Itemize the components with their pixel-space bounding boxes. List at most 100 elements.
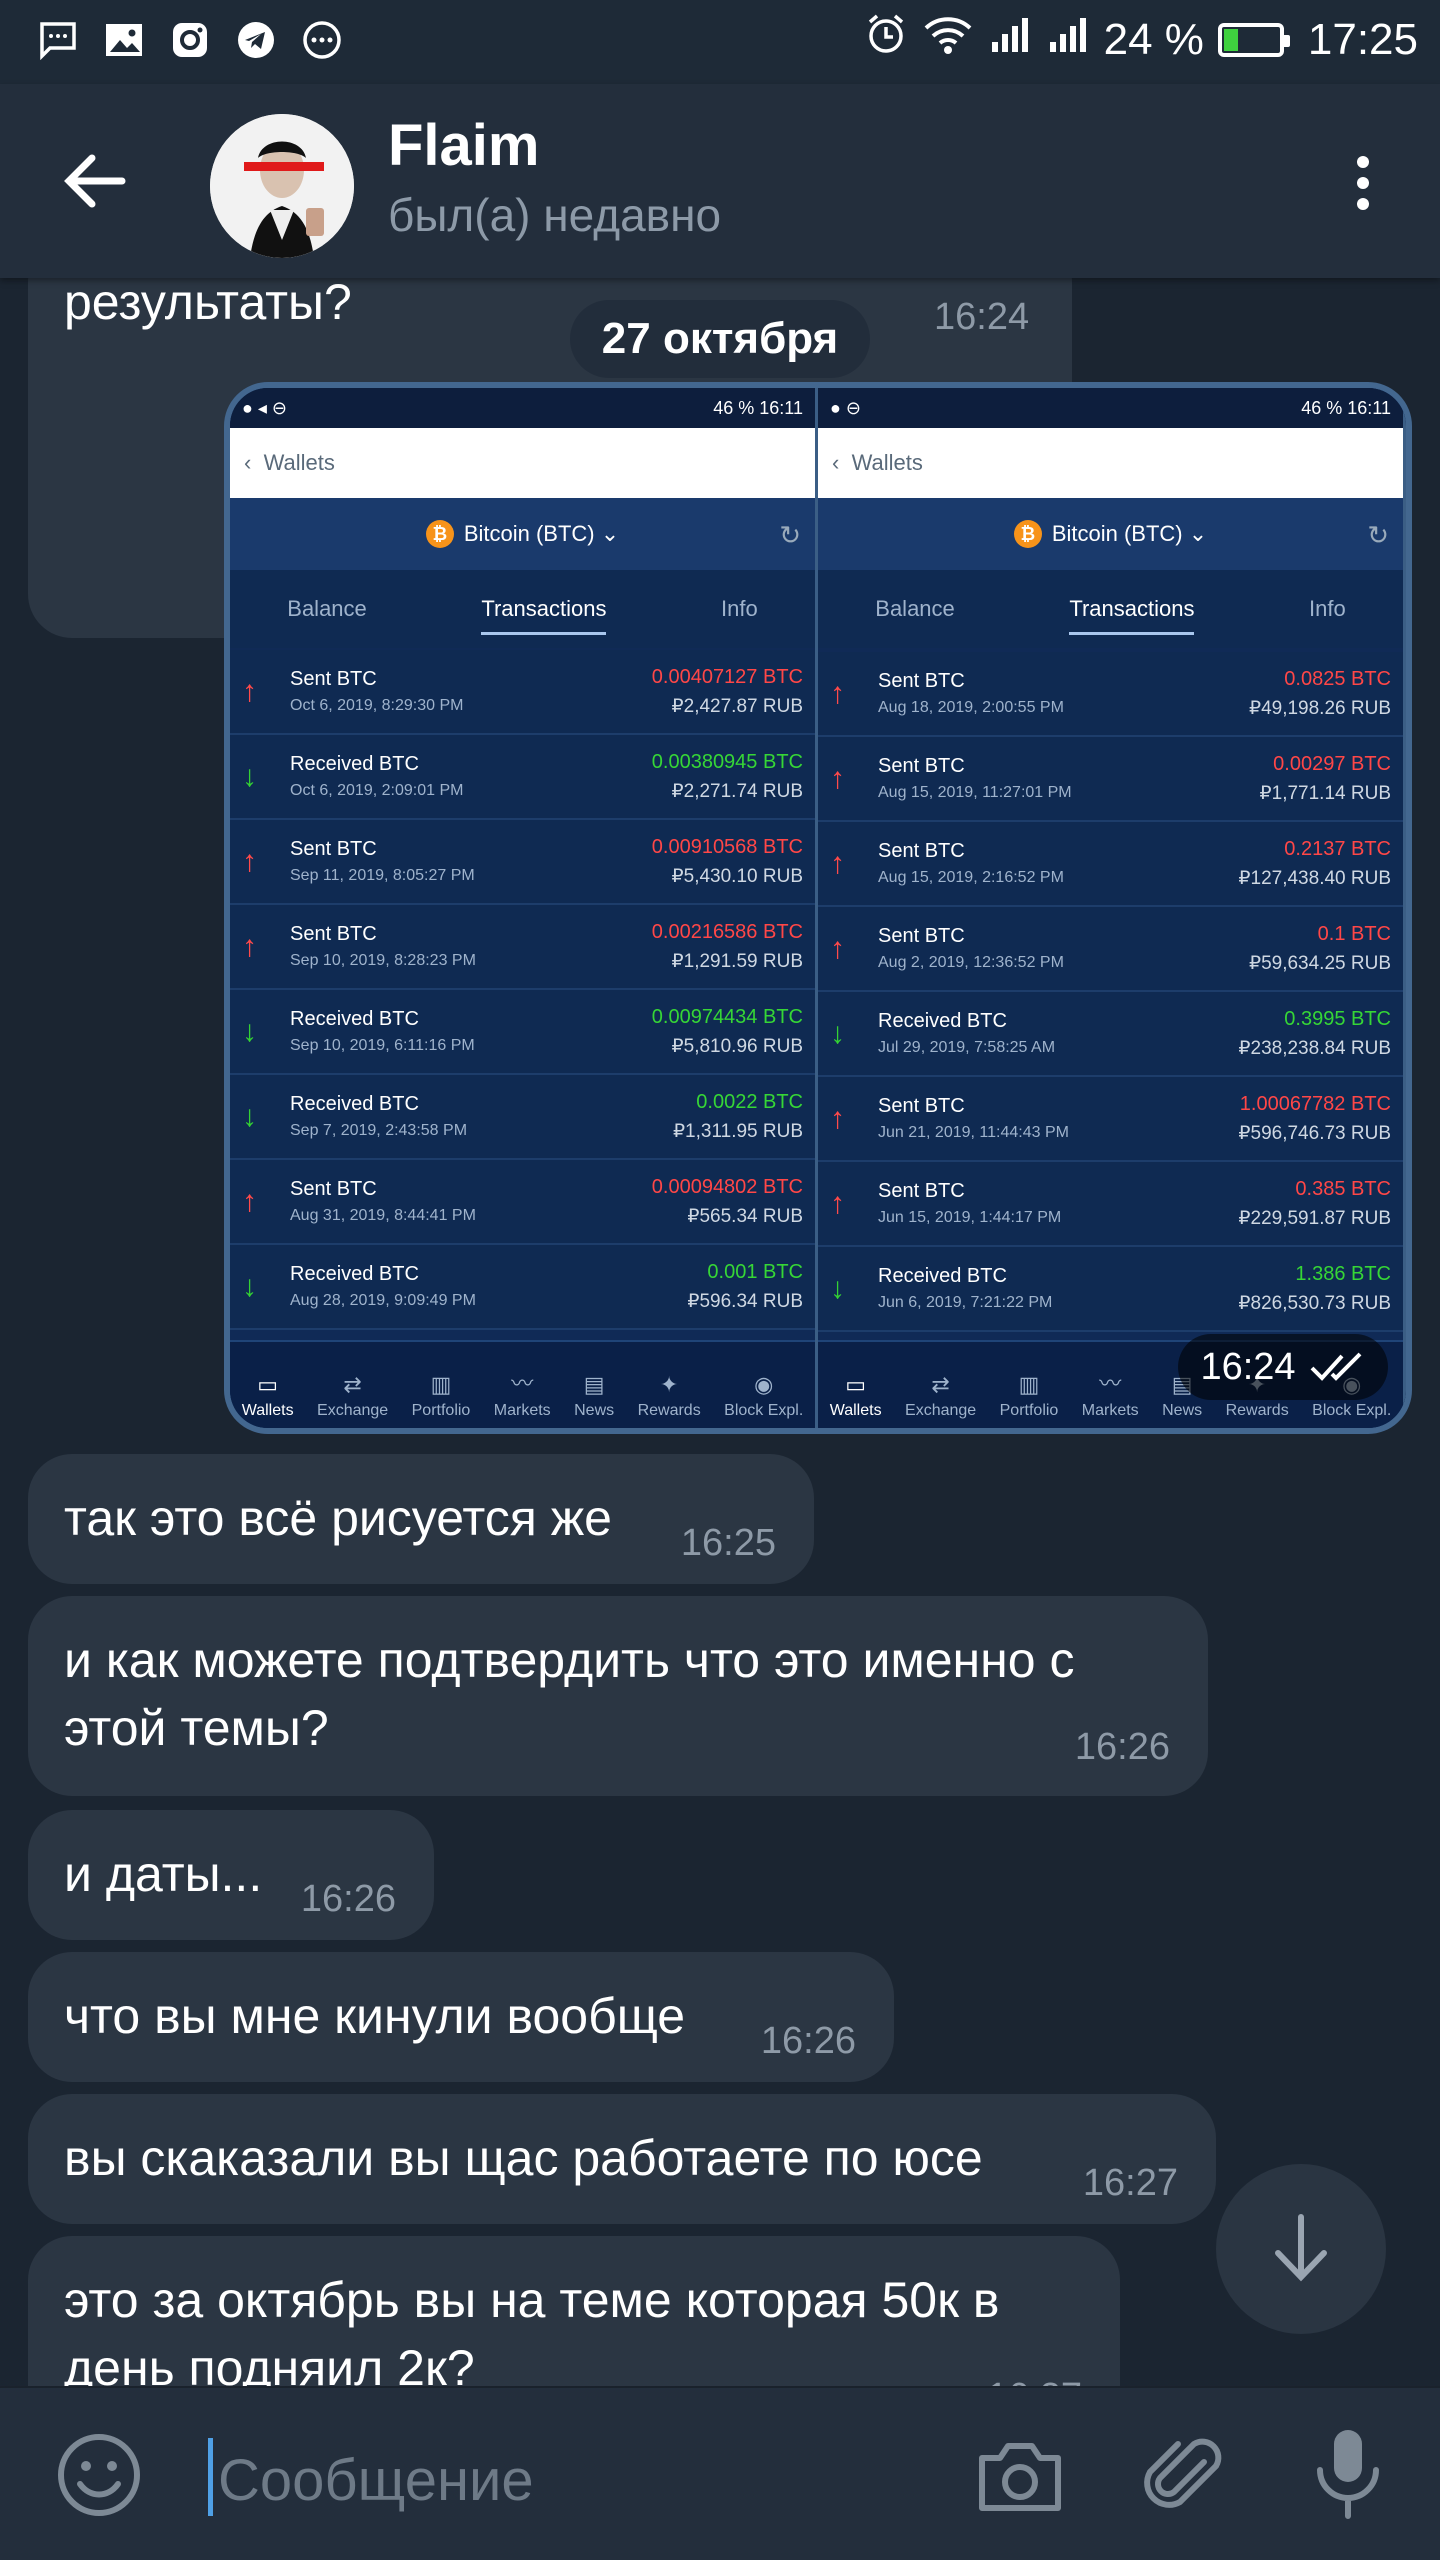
tx-btc-amount: 0.00407127 BTC (651, 665, 803, 688)
arrow-down-icon: ↓ (830, 1016, 845, 1050)
nav-glyph-icon: 〰 (511, 1371, 534, 1396)
signal-2-icon (1046, 12, 1090, 67)
tx-type: Sent BTC (878, 1095, 965, 1117)
tx-date: Jun 15, 2019, 1:44:17 PM (878, 1209, 1062, 1226)
tx-btc-amount: 0.1 BTC (1317, 922, 1391, 945)
arrow-up-icon: ↑ (830, 1101, 845, 1135)
message-bubble[interactable]: и даты... 16:26 (28, 1810, 434, 1940)
message-bubble[interactable]: так это всё рисуется же 16:25 (28, 1454, 814, 1584)
tx-rub-amount: ₽596.34 RUB (687, 1290, 803, 1312)
tx-rub-amount: ₽1,311.95 RUB (672, 1120, 803, 1142)
wallet-nav-item: ▥ Portfolio (412, 1372, 471, 1420)
mini-status-bar: ● ◂ ⊖ 46 % 16:11 (230, 388, 815, 428)
tx-rub-amount: ₽1,291.59 RUB (671, 950, 803, 972)
arrow-down-icon: ↓ (242, 1099, 257, 1133)
tx-type: Received BTC (290, 1263, 419, 1285)
wallet-tabs: Balance Transactions Info (230, 570, 815, 648)
tx-date: Aug 15, 2019, 2:16:52 PM (878, 869, 1064, 886)
tx-btc-amount: 0.00974434 BTC (651, 1005, 803, 1028)
tx-rub-amount: ₽59,634.25 RUB (1248, 952, 1391, 974)
tx-date: Sep 7, 2019, 2:43:58 PM (290, 1122, 468, 1139)
tx-btc-amount: 0.00297 BTC (1273, 752, 1391, 775)
tx-type: Sent BTC (878, 1180, 965, 1202)
tx-btc-amount: 0.00094802 BTC (651, 1175, 803, 1198)
message-time: 16:25 (680, 1522, 776, 1564)
nav-label: Rewards (1225, 1402, 1289, 1419)
nav-glyph-icon: ⇄ (931, 1372, 950, 1397)
screenshot-left: ● ◂ ⊖ 46 % 16:11 ‹ Wallets ₿ Bitcoin (BTC… (230, 388, 818, 1428)
tx-date: Sep 11, 2019, 8:05:27 PM (290, 867, 475, 884)
arrow-up-icon: ↑ (830, 761, 845, 795)
message-bubble[interactable]: и как можете подтвердить что это именно … (28, 1596, 1208, 1796)
message-bubble[interactable]: вы скаказали вы щас работаете по юсе 16:… (28, 2094, 1216, 2224)
tx-date: Oct 6, 2019, 8:29:30 PM (290, 697, 464, 714)
wallet-nav-item: ▤ News (574, 1372, 614, 1420)
avatar[interactable] (210, 114, 354, 258)
tx-btc-amount: 1.00067782 BTC (1239, 1092, 1391, 1115)
nav-glyph-icon: 〰 (1099, 1371, 1122, 1396)
message-time: 16:24 (934, 296, 1030, 338)
arrow-up-icon: ↑ (242, 844, 257, 878)
tx-btc-amount: 0.0022 BTC (696, 1090, 803, 1113)
tx-date: Aug 15, 2019, 11:27:01 PM (878, 784, 1072, 801)
tx-rub-amount: ₽49,198.26 RUB (1248, 697, 1391, 719)
wifi-icon (922, 12, 974, 67)
tx-type: Sent BTC (878, 755, 965, 777)
nav-glyph-icon: ◉ (754, 1372, 774, 1397)
wallet-nav-item: ⇄ Exchange (905, 1372, 976, 1420)
tx-date: Oct 6, 2019, 2:09:01 PM (290, 782, 464, 799)
transaction-row: ↓ Received BTC Jul 29, 2019, 7:58:25 AM 0.3… (818, 992, 1403, 1077)
back-button[interactable] (56, 146, 136, 216)
emoji-button[interactable] (54, 2430, 144, 2520)
nav-label: Block Expl. (1312, 1402, 1392, 1419)
read-receipt-icon (1310, 1352, 1361, 1381)
nav-glyph-icon: ⇄ (343, 1372, 362, 1397)
transaction-list: ↑ Sent BTC Oct 6, 2019, 8:29:30 PM 0.004071… (230, 650, 815, 1330)
transaction-row: ↑ Sent BTC Aug 31, 2019, 8:44:41 PM 0.00094… (230, 1160, 815, 1245)
nav-glyph-icon: ▥ (1018, 1372, 1040, 1397)
message-composer (0, 2386, 1440, 2560)
wallet-nav-item: 〰 Markets (1082, 1366, 1139, 1420)
tx-date: Sep 10, 2019, 8:28:23 PM (290, 952, 476, 969)
message-time: 16:26 (300, 1878, 396, 1920)
nav-label: Block Expl. (724, 1402, 804, 1419)
refresh-icon: ↻ (1367, 520, 1389, 550)
message-input[interactable] (218, 2440, 938, 2520)
nav-glyph-icon: ▭ (257, 1372, 279, 1397)
message-list[interactable]: результаты? 16:24 27 октября ● ◂ ⊖ 46 % 1… (0, 278, 1440, 2386)
message-time: 16:27 (1082, 2162, 1178, 2204)
arrow-up-icon: ↑ (830, 846, 845, 880)
message-bubble[interactable]: это за октябрь вы на теме которая 50к в … (28, 2236, 1120, 2386)
tx-btc-amount: 0.3995 BTC (1284, 1007, 1391, 1030)
transaction-row: ↓ Received BTC Aug 28, 2019, 9:09:49 PM 0.0… (230, 1245, 815, 1330)
wallets-back-link: ‹ Wallets (230, 428, 815, 498)
camera-button[interactable] (972, 2428, 1068, 2524)
image-message[interactable]: ● ◂ ⊖ 46 % 16:11 ‹ Wallets ₿ Bitcoin (BTC… (224, 382, 1412, 1434)
voice-message-button[interactable] (1300, 2424, 1396, 2524)
message-text: что вы мне кинули вообще (64, 1988, 686, 2044)
text-cursor (208, 2438, 213, 2516)
message-time: 16:26 (760, 2020, 856, 2062)
tx-rub-amount: ₽238,238.84 RUB (1238, 1037, 1391, 1059)
mini-status-bar: ● ⊖ 46 % 16:11 (818, 388, 1403, 428)
tx-date: Sep 10, 2019, 6:11:16 PM (290, 1037, 475, 1054)
nav-label: Portfolio (411, 1402, 471, 1419)
attach-button[interactable] (1138, 2428, 1234, 2524)
tx-btc-amount: 0.0825 BTC (1284, 667, 1391, 690)
message-bubble[interactable]: что вы мне кинули вообще 16:26 (28, 1952, 894, 2082)
tx-rub-amount: ₽2,427.87 RUB (671, 695, 803, 717)
tx-type: Received BTC (290, 1008, 419, 1030)
contact-name[interactable]: Flaim (388, 112, 540, 179)
nav-label: News (1162, 1402, 1203, 1419)
status-bar: 24 % 17:25 (0, 0, 1440, 84)
scroll-to-bottom-button[interactable] (1216, 2164, 1386, 2334)
nav-glyph-icon: ▭ (845, 1372, 867, 1397)
nav-label: Portfolio (999, 1402, 1059, 1419)
more-options-button[interactable] (1328, 148, 1398, 218)
tx-type: Sent BTC (878, 840, 965, 862)
bitcoin-icon: ₿ (425, 520, 454, 548)
tx-rub-amount: ₽5,810.96 RUB (671, 1035, 803, 1057)
arrow-up-icon: ↑ (242, 929, 257, 963)
nav-glyph-icon: ▥ (430, 1372, 452, 1397)
paperclip-icon (1144, 2438, 1222, 2508)
